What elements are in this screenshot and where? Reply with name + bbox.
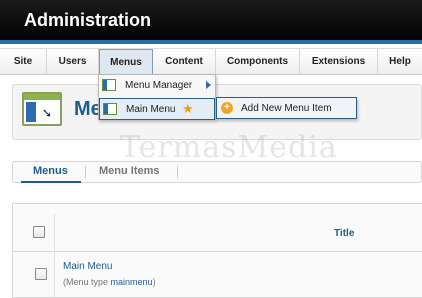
menus-dropdown: Menu Manager Main Menu ★ xyxy=(98,74,216,120)
admin-title: Administration xyxy=(24,10,152,30)
row-checkbox[interactable] xyxy=(35,268,47,280)
watermark: TermasMedia xyxy=(120,130,338,165)
main-menubar: Site Users Menus Content Components Exte… xyxy=(0,48,422,75)
menu-manager-icon xyxy=(102,79,116,91)
submenu-item-label: Add New Menu Item xyxy=(241,103,332,114)
row-subtitle-suffix: ) xyxy=(152,277,156,287)
dropdown-item-main-menu[interactable]: Main Menu ★ xyxy=(99,98,215,120)
menus-icon-side xyxy=(26,102,36,122)
menu-users[interactable]: Users xyxy=(47,49,99,75)
menu-menus[interactable]: Menus xyxy=(99,49,153,75)
add-icon: + xyxy=(221,102,233,114)
row-subtitle-prefix: (Menu type xyxy=(63,277,111,287)
dropdown-item-label: Main Menu xyxy=(126,104,176,115)
table-header xyxy=(12,214,422,252)
column-divider xyxy=(54,214,55,298)
dropdown-item-label: Menu Manager xyxy=(125,80,193,91)
row-title-link[interactable]: Main Menu xyxy=(63,261,112,272)
select-all-checkbox[interactable] xyxy=(33,226,45,238)
menu-components[interactable]: Components xyxy=(216,49,300,75)
menu-icon xyxy=(103,103,117,115)
active-tab-indicator xyxy=(21,181,81,183)
tab-bar: Menus Menu Items xyxy=(12,161,422,183)
column-header-title[interactable]: Title xyxy=(334,228,354,239)
cursor-icon: ➘ xyxy=(42,106,53,120)
menus-icon-top xyxy=(24,94,60,100)
chevron-right-icon xyxy=(206,81,211,89)
menu-site[interactable]: Site xyxy=(0,49,47,75)
star-icon: ★ xyxy=(182,101,194,116)
menu-content[interactable]: Content xyxy=(153,49,216,75)
row-subtitle-menutype: mainmenu xyxy=(110,277,153,287)
tab-divider xyxy=(85,166,86,178)
dropdown-item-menu-manager[interactable]: Menu Manager xyxy=(99,75,215,97)
tab-menus[interactable]: Menus xyxy=(33,165,68,177)
tab-divider xyxy=(177,166,178,178)
row-subtitle: (Menu type mainmenu) xyxy=(63,277,156,287)
tab-menu-items[interactable]: Menu Items xyxy=(99,165,160,177)
header-stripe xyxy=(0,40,422,44)
menus-icon: ➘ xyxy=(22,92,62,126)
menu-extensions[interactable]: Extensions xyxy=(300,49,378,75)
admin-header: Administration xyxy=(0,0,422,44)
menu-help[interactable]: Help xyxy=(378,49,422,75)
submenu-add-new-menu-item[interactable]: + Add New Menu Item xyxy=(216,97,357,119)
